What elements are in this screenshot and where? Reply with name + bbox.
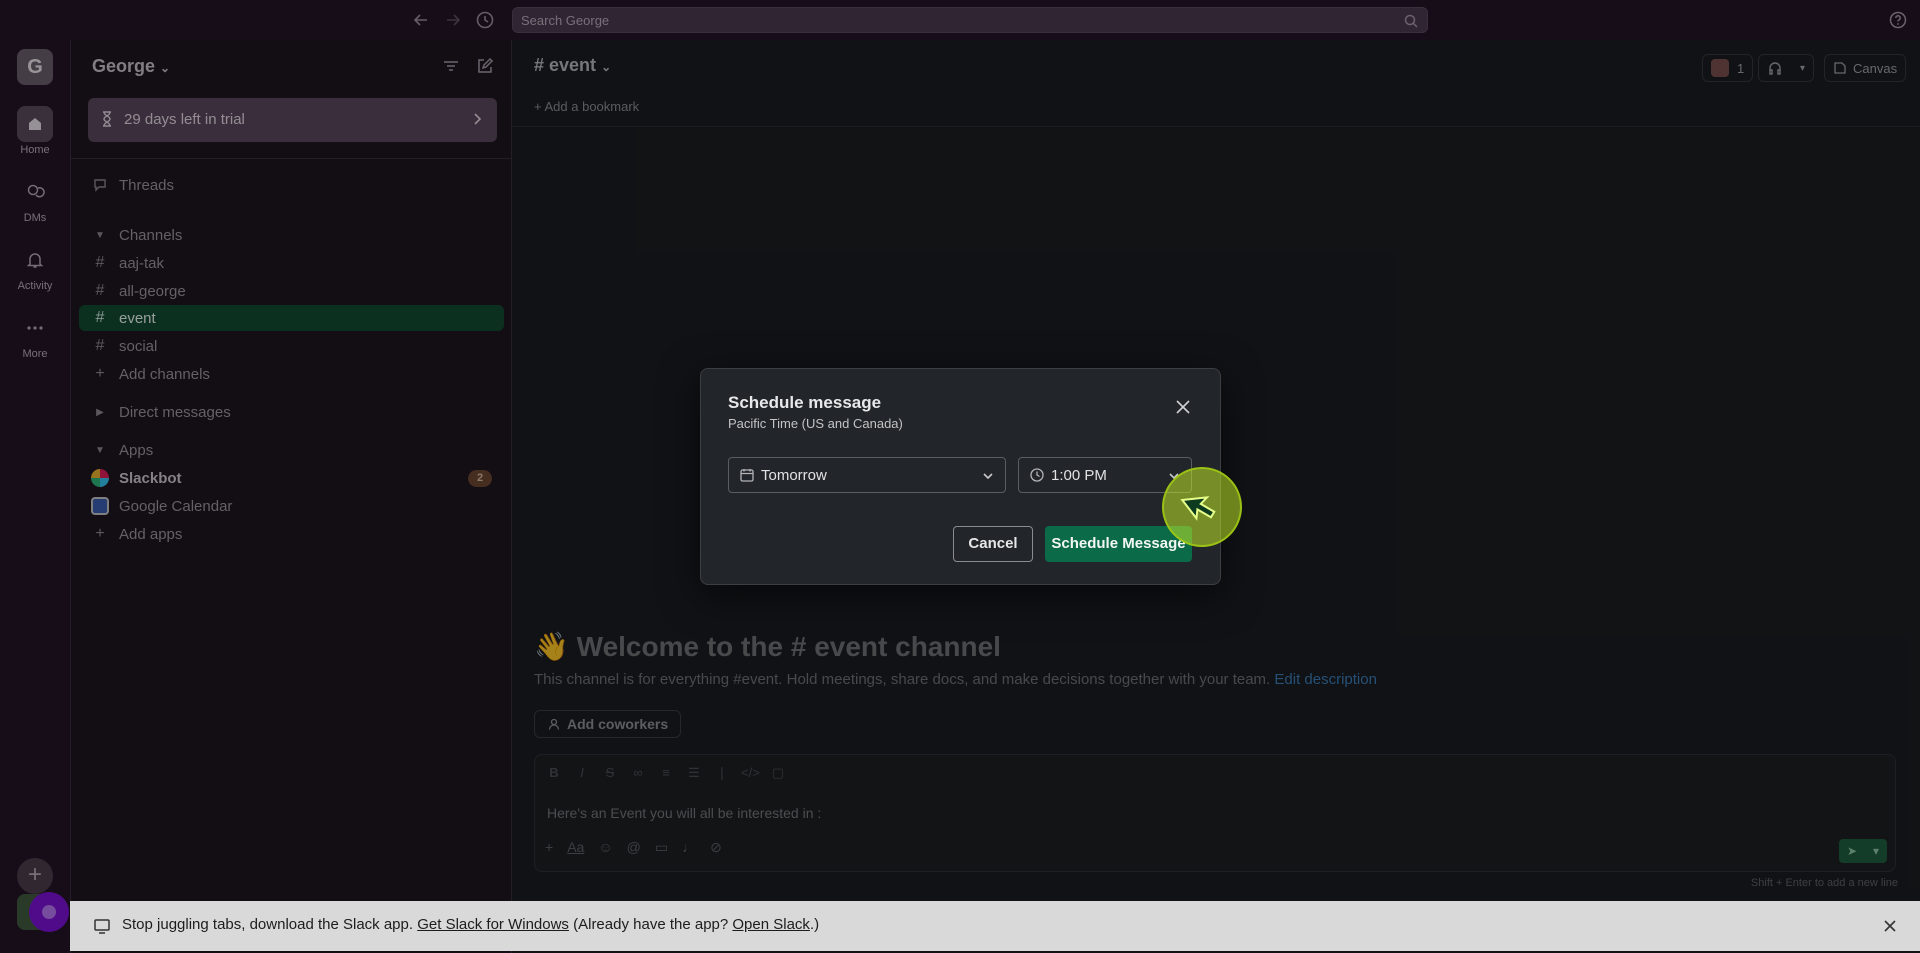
- date-select[interactable]: Tomorrow: [728, 457, 1006, 493]
- dialog-title: Schedule message: [728, 393, 882, 412]
- banner-text-middle: (Already have the app?: [573, 916, 729, 933]
- download-app-banner: Stop juggling tabs, download the Slack a…: [70, 901, 1920, 951]
- desktop-icon: [92, 916, 112, 936]
- cancel-button[interactable]: Cancel: [953, 526, 1033, 562]
- banner-text-before: Stop juggling tabs, download the Slack a…: [122, 916, 414, 933]
- schedule-message-dialog: Schedule message Pacific Time (US and Ca…: [700, 368, 1221, 585]
- clock-icon: [1029, 467, 1045, 483]
- chevron-down-icon: [981, 469, 995, 483]
- close-icon[interactable]: [1173, 397, 1193, 417]
- date-value: Tomorrow: [761, 466, 827, 484]
- close-banner-icon[interactable]: [1880, 916, 1900, 936]
- get-slack-link[interactable]: Get Slack for Windows: [417, 916, 569, 933]
- time-value: 1:00 PM: [1051, 466, 1107, 484]
- banner-text-after: .): [809, 916, 820, 933]
- cursor-arrow-icon: [1180, 496, 1216, 521]
- cursor-highlight: [1162, 467, 1242, 547]
- dialog-subtitle: Pacific Time (US and Canada): [728, 416, 903, 431]
- calendar-icon: [739, 467, 755, 483]
- open-slack-link[interactable]: Open Slack: [732, 916, 810, 933]
- banner-text: Stop juggling tabs, download the Slack a…: [122, 916, 819, 933]
